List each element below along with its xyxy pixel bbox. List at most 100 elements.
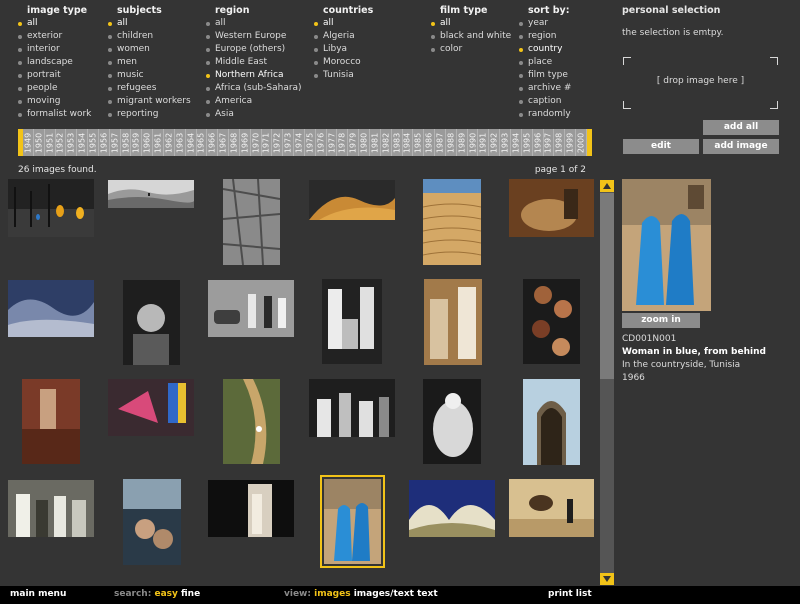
filter-option[interactable]: children [108,30,191,43]
year-tick[interactable]: 1984 [403,129,414,156]
zoom-in-button[interactable]: zoom in [622,313,700,328]
year-tick[interactable]: 1975 [305,129,316,156]
year-tick[interactable]: 1970 [251,129,262,156]
drop-zone[interactable]: [ drop image here ] [623,57,778,109]
search-easy-link[interactable]: easy [154,589,177,599]
year-tick[interactable]: 1978 [337,129,349,156]
add-all-button[interactable]: add all [703,120,779,135]
add-image-button[interactable]: add image [703,139,779,154]
year-tick[interactable]: 1954 [77,129,89,156]
filter-option[interactable]: place [519,56,571,69]
year-tick[interactable]: 1963 [175,129,186,156]
filter-option[interactable]: women [108,43,191,56]
thumbnail-camels[interactable] [509,479,594,537]
year-tick[interactable]: 1996 [533,129,544,156]
filter-option[interactable]: migrant workers [108,95,191,108]
filter-option[interactable]: moving [18,95,91,108]
filter-option[interactable]: randomly [519,108,571,121]
filter-option[interactable]: film type [519,69,571,82]
year-tick[interactable]: 1994 [511,129,522,156]
filter-option[interactable]: reporting [108,108,191,121]
thumbnail-rock-face[interactable] [223,179,280,265]
year-tick[interactable]: 1964 [186,129,197,156]
thumbnail-dunes-orange[interactable] [309,180,395,220]
year-tick[interactable]: 1968 [229,129,240,156]
scroll-down-arrow-icon[interactable] [600,573,614,585]
print-list-link[interactable]: print list [548,589,592,599]
filter-option[interactable]: archive # [519,82,571,95]
search-fine-link[interactable]: fine [181,589,200,599]
filter-option[interactable]: refugees [108,82,191,95]
year-tick[interactable]: 1980 [359,129,370,156]
thumbnail-women-veiled[interactable] [424,279,482,365]
filter-option[interactable]: country [519,43,571,56]
year-tick[interactable]: 1956 [99,129,110,156]
year-tick[interactable]: 1972 [272,129,284,156]
year-tick[interactable]: 1957 [110,129,121,156]
year-tick[interactable]: 1985 [413,129,425,156]
thumbnail-blue-rocks[interactable] [8,280,94,337]
year-tick[interactable]: 1951 [45,129,56,156]
filter-option[interactable]: caption [519,95,571,108]
thumbnail-dyers[interactable] [22,379,80,464]
year-tick[interactable]: 1965 [197,129,208,156]
filter-option[interactable]: Europe (others) [206,43,302,56]
thumbnail-pots[interactable] [523,279,580,364]
scroll-up-arrow-icon[interactable] [600,180,614,192]
year-tick[interactable]: 1977 [327,129,338,156]
thumbnail-seated-man[interactable] [423,379,481,464]
thumbnail-village-path[interactable] [223,379,280,464]
year-tick[interactable]: 1997 [544,129,555,156]
filter-option[interactable]: Western Europe [206,30,302,43]
year-tick[interactable]: 1952 [56,129,67,156]
thumbnail-desert-bw[interactable] [108,180,194,208]
year-tick[interactable]: 1986 [424,129,436,156]
thumbnail-men-and-car[interactable] [208,280,294,337]
year-tick[interactable]: 1999 [565,129,577,156]
year-tick[interactable]: 1983 [392,129,403,156]
edit-button[interactable]: edit [623,139,699,154]
scrollbar-thumb[interactable] [600,193,614,379]
thumbnail-doorway-figure[interactable] [208,480,294,537]
thumbnail-sand-ripples[interactable] [423,179,481,265]
filter-option[interactable]: music [108,69,191,82]
thumbnail-officers[interactable] [322,279,382,364]
year-tick[interactable]: 1981 [370,129,381,156]
filter-option[interactable]: year [519,17,571,30]
year-tick[interactable]: 1998 [554,129,566,156]
year-tick[interactable]: 1961 [153,129,164,156]
thumbnail-blue-arches[interactable] [409,480,495,537]
year-tick[interactable]: 1974 [294,129,305,156]
thumbnail-oil-flares[interactable] [8,179,94,237]
year-tick[interactable]: 1973 [283,129,295,156]
year-start-handle[interactable] [18,129,23,156]
filter-option[interactable]: Middle East [206,56,302,69]
thumbnail-boy-portrait[interactable] [123,280,180,365]
filter-option[interactable]: Morocco [314,56,373,69]
year-tick[interactable]: 1976 [316,129,327,156]
filter-option[interactable]: region [519,30,571,43]
year-tick[interactable]: 1991 [478,129,490,156]
filter-option[interactable]: Algeria [314,30,373,43]
year-tick[interactable]: 1987 [435,129,446,156]
filter-option[interactable]: all [314,17,373,30]
thumbnail-colorful-veils[interactable] [108,379,194,436]
view-text-link[interactable]: text [417,589,438,599]
year-tick[interactable]: 1960 [142,129,154,156]
year-tick[interactable]: 1966 [207,129,219,156]
year-tick[interactable]: 1982 [381,129,392,156]
filter-option[interactable]: Asia [206,108,302,121]
preview-image[interactable] [622,179,711,311]
main-menu-link[interactable]: main menu [10,589,66,599]
filter-option[interactable]: portrait [18,69,91,82]
year-tick[interactable]: 1992 [489,129,501,156]
year-tick[interactable]: 1971 [262,129,273,156]
thumbnail-mosque-door[interactable] [523,379,580,465]
filter-option[interactable]: black and white [431,30,511,43]
filter-option[interactable]: exterior [18,30,91,43]
filter-option[interactable]: formalist work [18,108,91,121]
filter-option[interactable]: Tunisia [314,69,373,82]
filter-option[interactable]: landscape [18,56,91,69]
year-end-handle[interactable] [587,129,592,156]
filter-option[interactable]: interior [18,43,91,56]
